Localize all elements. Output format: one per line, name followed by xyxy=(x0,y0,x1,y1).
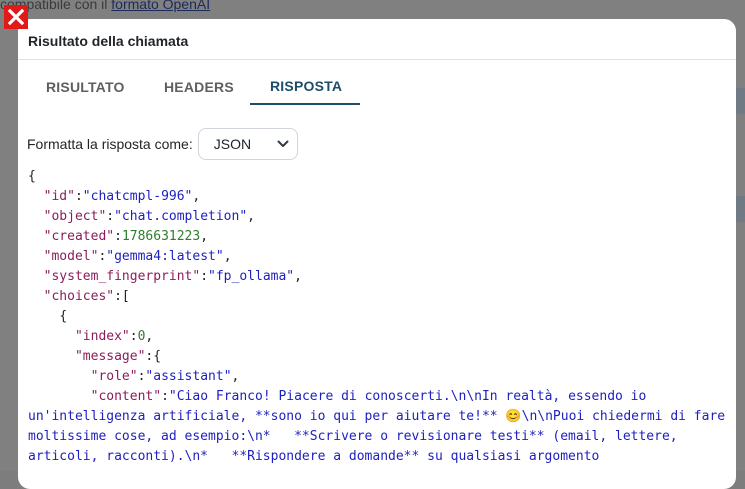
close-button[interactable] xyxy=(4,5,28,29)
json-key-model: "model" xyxy=(43,249,99,264)
format-label: Formatta la risposta come: xyxy=(27,136,193,152)
json-value-fingerprint: "fp_ollama" xyxy=(208,269,295,284)
json-key-content: "content" xyxy=(90,389,162,404)
json-key-object: "object" xyxy=(43,209,107,224)
json-value-model: "gemma4:latest" xyxy=(106,249,224,264)
json-value-created: 1786631223 xyxy=(121,229,201,244)
tab-bar: RISULTATO HEADERS RISPOSTA xyxy=(28,69,360,105)
format-row: Formatta la risposta come: JSON xyxy=(27,128,298,160)
json-value-role: "assistant" xyxy=(145,369,232,384)
background-text: compatibile con il formato OpenAI xyxy=(0,0,210,12)
json-key-message: "message" xyxy=(74,349,146,364)
modal-header: Risultato della chiamata xyxy=(18,19,736,60)
json-response-viewer: { "id":"chatcmpl-996", "object":"chat.co… xyxy=(28,169,733,464)
json-value-object: "chat.completion" xyxy=(114,209,248,224)
tab-risposta[interactable]: RISPOSTA xyxy=(250,69,360,105)
json-key-index: "index" xyxy=(74,329,130,344)
json-key-id: "id" xyxy=(43,189,75,204)
chevron-down-icon xyxy=(277,140,289,147)
tab-risultato[interactable]: RISULTATO xyxy=(28,69,140,105)
openai-format-link[interactable]: formato OpenAI xyxy=(111,0,210,12)
json-key-choices: "choices" xyxy=(43,289,115,304)
json-key-role: "role" xyxy=(90,369,138,384)
json-value-id: "chatcmpl-996" xyxy=(82,189,193,204)
tab-headers[interactable]: HEADERS xyxy=(140,69,250,105)
close-icon xyxy=(7,8,25,26)
json-brace: { xyxy=(28,169,36,184)
format-select-value: JSON xyxy=(213,136,252,152)
modal-title: Risultato della chiamata xyxy=(28,33,189,49)
format-select[interactable]: JSON xyxy=(197,128,298,160)
result-modal: Risultato della chiamata RISULTATO HEADE… xyxy=(18,19,736,489)
json-key-fingerprint: "system_fingerprint" xyxy=(43,269,201,284)
json-key-created: "created" xyxy=(43,229,115,244)
